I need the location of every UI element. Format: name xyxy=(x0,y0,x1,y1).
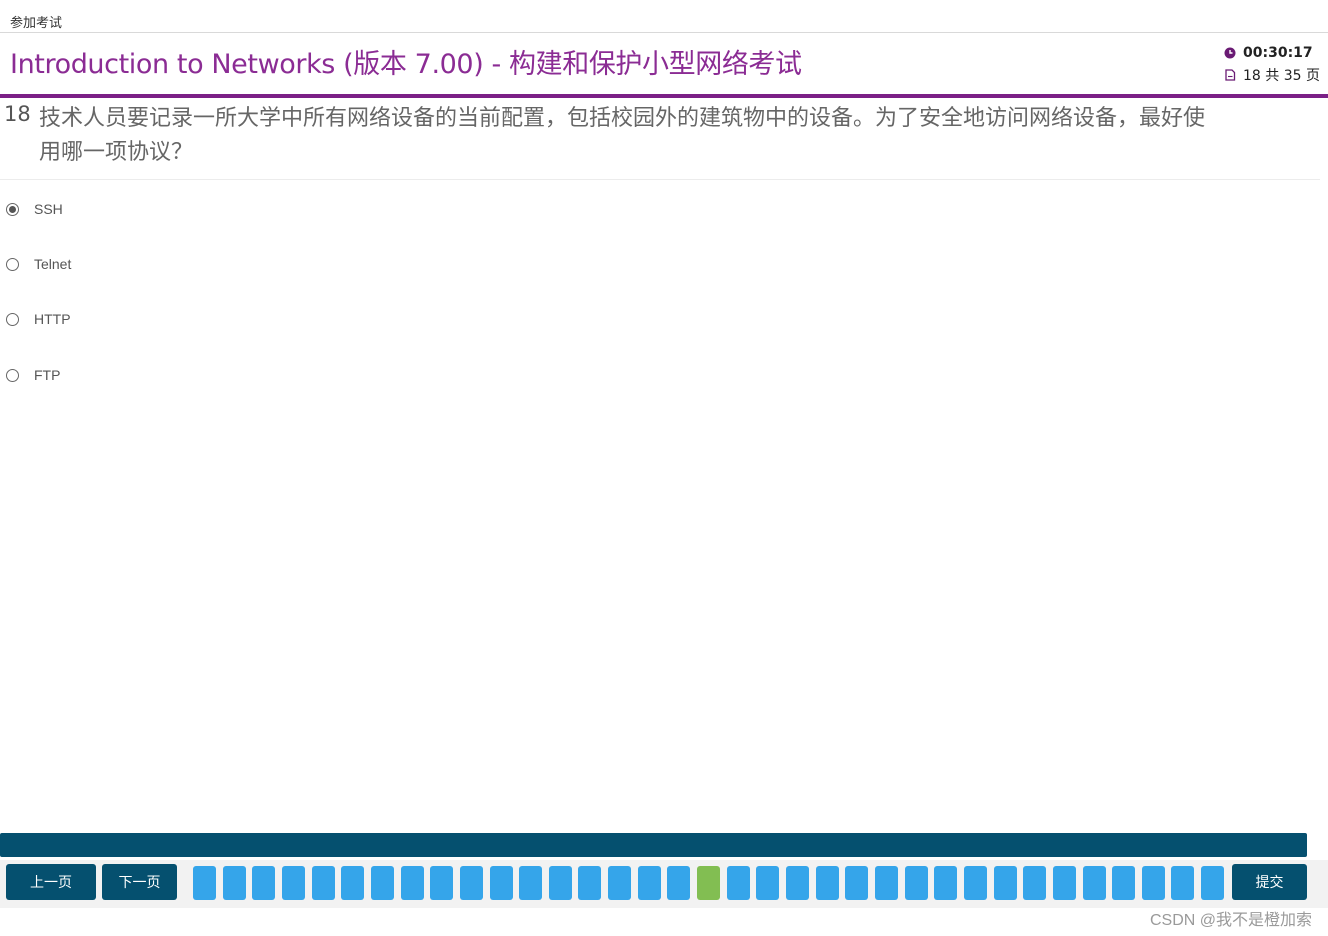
timer-row: 00:30:17 xyxy=(1224,42,1320,64)
page-tile-21[interactable] xyxy=(786,866,809,900)
header-divider xyxy=(0,94,1328,98)
previous-page-button[interactable]: 上一页 xyxy=(6,864,96,900)
clock-icon xyxy=(1224,47,1236,59)
page-info-row: 18 共 35 页 xyxy=(1224,64,1320,86)
submit-button[interactable]: 提交 xyxy=(1232,864,1307,900)
page-tile-12[interactable] xyxy=(519,866,542,900)
radio-button[interactable] xyxy=(6,202,19,216)
option-label[interactable]: HTTP xyxy=(34,311,71,327)
document-icon xyxy=(1225,69,1236,81)
radio-button[interactable] xyxy=(6,257,19,271)
page-info: 18 共 35 页 xyxy=(1243,68,1320,84)
page-tile-6[interactable] xyxy=(341,866,364,900)
page-tile-33[interactable] xyxy=(1142,866,1165,900)
page-tile-14[interactable] xyxy=(578,866,601,900)
page-tile-3[interactable] xyxy=(252,866,275,900)
page-tile-28[interactable] xyxy=(994,866,1017,900)
question-text: 技术人员要记录一所大学中所有网络设备的当前配置，包括校园外的建筑物中的设备。为了… xyxy=(39,106,1206,165)
top-bar: 参加考试 xyxy=(0,0,1328,33)
watermark: CSDN @我不是橙加索 xyxy=(1149,912,1312,929)
page-tile-30[interactable] xyxy=(1053,866,1076,900)
page-tile-16[interactable] xyxy=(638,866,661,900)
page-tile-13[interactable] xyxy=(549,866,572,900)
page-tile-29[interactable] xyxy=(1023,866,1046,900)
breadcrumb: 参加考试 xyxy=(10,16,63,31)
page-tile-23[interactable] xyxy=(845,866,868,900)
timer: 00:30:17 xyxy=(1243,45,1313,61)
next-page-button[interactable]: 下一页 xyxy=(102,864,177,900)
option-ftp[interactable]: FTP xyxy=(6,364,60,386)
page-tile-7[interactable] xyxy=(371,866,394,900)
page-tile-8[interactable] xyxy=(401,866,424,900)
exam-meta: 00:30:17 18 共 35 页 xyxy=(1224,42,1320,86)
page-tile-26[interactable] xyxy=(934,866,957,900)
page-tile-5[interactable] xyxy=(312,866,335,900)
page-tile-18[interactable] xyxy=(697,866,720,900)
option-label[interactable]: SSH xyxy=(34,201,63,217)
option-label[interactable]: FTP xyxy=(34,367,60,383)
exam-header: Introduction to Networks (版本 7.00) - 构建和… xyxy=(0,34,1328,94)
page-tile-2[interactable] xyxy=(223,866,246,900)
question-number: 18 xyxy=(4,102,31,126)
question-divider xyxy=(0,179,1320,180)
page-tile-32[interactable] xyxy=(1112,866,1135,900)
page-tile-10[interactable] xyxy=(460,866,483,900)
page-tile-31[interactable] xyxy=(1083,866,1106,900)
page-tile-24[interactable] xyxy=(875,866,898,900)
page-tile-9[interactable] xyxy=(430,866,453,900)
option-http[interactable]: HTTP xyxy=(6,308,71,330)
page-tile-25[interactable] xyxy=(905,866,928,900)
page-tile-20[interactable] xyxy=(756,866,779,900)
radio-button[interactable] xyxy=(6,312,19,326)
page-tile-19[interactable] xyxy=(727,866,750,900)
page-tile-34[interactable] xyxy=(1171,866,1194,900)
page-tile-4[interactable] xyxy=(282,866,305,900)
option-telnet[interactable]: Telnet xyxy=(6,253,71,275)
page-tile-11[interactable] xyxy=(490,866,513,900)
page-tile-35[interactable] xyxy=(1201,866,1224,900)
option-ssh[interactable]: SSH xyxy=(6,198,63,220)
option-label[interactable]: Telnet xyxy=(34,256,71,272)
progress-bar xyxy=(0,833,1307,857)
radio-button[interactable] xyxy=(6,368,19,382)
page-tile-27[interactable] xyxy=(964,866,987,900)
page-tile-17[interactable] xyxy=(667,866,690,900)
navigation-bar: 上一页 下一页 提交 xyxy=(0,860,1328,908)
page-tile-15[interactable] xyxy=(608,866,631,900)
page-tile-1[interactable] xyxy=(193,866,216,900)
page-tile-22[interactable] xyxy=(816,866,839,900)
page-title: Introduction to Networks (版本 7.00) - 构建和… xyxy=(10,49,802,80)
